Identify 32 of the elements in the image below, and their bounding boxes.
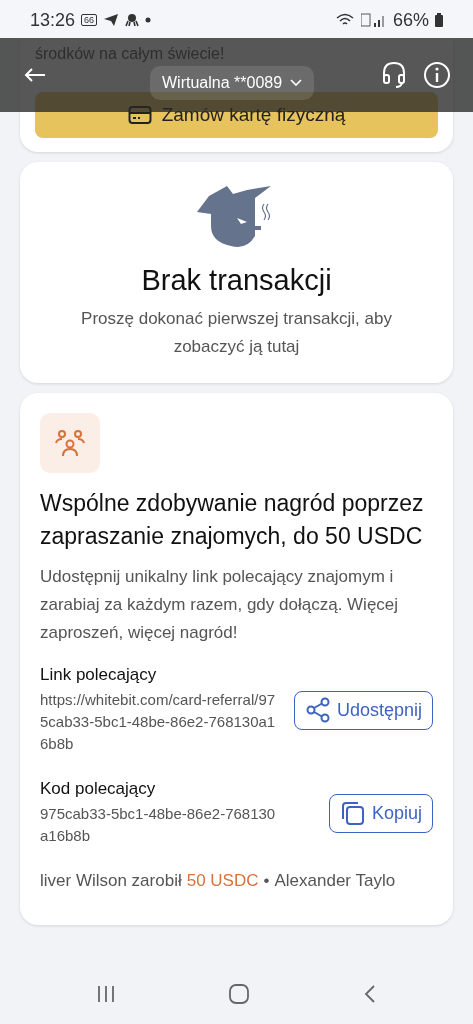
people-icon: [40, 413, 100, 473]
separator-dot: •: [263, 871, 270, 891]
battery-icon: [435, 13, 443, 27]
referral-description: Udostępnij unikalny link polecający znajomym i zarabiaj za każdym razem, gdy dołączą. Więcej zaproszeń, więcej nagród!: [40, 566, 400, 644]
share-button[interactable]: Udostępnij: [293, 690, 433, 730]
field-label: Link polecający: [40, 665, 158, 685]
field-label: Kod polecający: [40, 779, 157, 799]
referral-title: Wspólne zdobywanie nagród poprzez zapraszanie znajomych, do 50 USDC: [40, 489, 425, 551]
chevron-down-icon: [290, 79, 303, 87]
account-dropdown[interactable]: Wirtualna **0089: [150, 66, 315, 100]
info-icon[interactable]: [423, 61, 451, 89]
send-icon: [103, 13, 120, 27]
back-arrow-icon[interactable]: [24, 67, 46, 83]
share-icon: [304, 697, 331, 723]
ticker-text: liver Wilson zarobił: [40, 871, 182, 891]
home-icon[interactable]: [228, 983, 251, 1005]
referral-code: 975cab33-5bc1-48be-86e2-768130a16b8b: [40, 804, 277, 846]
empty-state-message: Proszę dokonać pierwszej transakcji, aby zobaczyć ją tutaj: [80, 308, 393, 358]
notification-badge: 66: [81, 14, 98, 26]
empty-state-title: Brak transakcji: [141, 264, 332, 297]
headset-icon[interactable]: [381, 61, 407, 89]
recent-apps-icon[interactable]: [96, 985, 117, 1003]
copy-button[interactable]: Kopiuj: [328, 793, 433, 833]
signal-icon: [360, 12, 387, 28]
status-time: 13:26: [30, 9, 76, 31]
dot-icon: [145, 17, 152, 23]
back-icon[interactable]: [362, 984, 377, 1004]
battery-level: 66%: [392, 9, 429, 31]
ticker-text: Alexander Taylo: [274, 871, 396, 891]
copy-icon: [339, 800, 366, 826]
octopus-icon: [125, 13, 140, 27]
reward-amount: 50 USDC: [186, 871, 259, 891]
